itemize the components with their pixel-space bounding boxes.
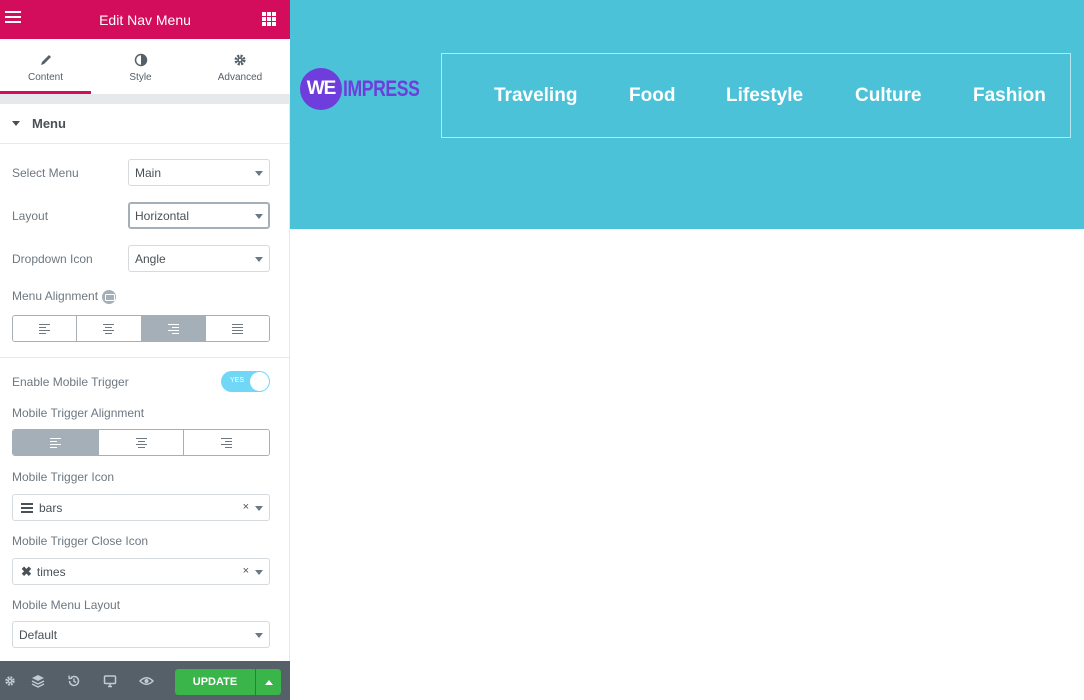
align-center-button[interactable] [77,316,142,341]
trigger-align-center-button[interactable] [98,430,185,455]
nav-item-culture[interactable]: Culture [855,85,922,107]
pencil-icon [39,51,53,69]
align-right-icon [167,323,179,334]
dropdown-icon-select[interactable]: Angle [128,245,270,272]
logo-word: IMPRESS [343,76,420,101]
nav-item-traveling[interactable]: Traveling [494,85,577,107]
trigger-align-left-button[interactable] [13,430,99,455]
layout-dropdown[interactable]: Horizontal [128,202,270,229]
nav-item-fashion[interactable]: Fashion [973,85,1046,107]
clear-icon[interactable]: × [243,565,249,577]
layout-value: Horizontal [135,208,190,223]
panel-header: Edit Nav Menu [0,0,290,39]
align-left-icon [49,437,61,448]
tab-advanced[interactable]: Advanced [190,39,290,94]
align-center-icon [135,437,147,448]
navigator-layers-icon[interactable] [20,661,56,700]
tab-advanced-label: Advanced [217,72,263,83]
hamburger-menu-icon[interactable] [5,11,21,25]
align-right-icon [221,437,233,448]
mobile-trigger-close-icon-value: times [36,564,66,579]
switch-state-label: YES [230,377,245,384]
widgets-grid-icon[interactable] [262,12,276,26]
align-left-button[interactable] [13,316,78,341]
align-left-icon [39,323,51,334]
tabs-separator [0,94,290,104]
bars-icon [21,502,33,513]
chevron-down-icon [255,506,263,511]
mobile-trigger-close-icon-select[interactable]: ✖ times × [12,558,270,585]
align-justify-icon [231,323,243,334]
nav-menu: Traveling Food Lifestyle Culture Fashion [441,53,1071,138]
preview-eye-icon[interactable] [128,661,164,700]
panel-tabs: Content Style Advanced [0,39,290,94]
times-icon: ✖ [21,563,32,579]
nav-item-lifestyle[interactable]: Lifestyle [726,85,803,107]
menu-alignment-group [12,315,270,342]
half-circle-icon [134,51,148,69]
header-section: WE IMPRESS Traveling Food Lifestyle Cult… [290,0,1084,229]
responsive-desktop-icon[interactable] [102,289,117,304]
panel-footer: UPDATE [0,661,290,700]
tab-style[interactable]: Style [91,39,190,94]
dropdown-icon-label: Dropdown Icon [12,252,93,266]
gear-icon [233,51,247,69]
chevron-down-icon [255,633,263,638]
chevron-down-icon [255,214,263,219]
switch-knob [250,372,269,391]
site-logo[interactable]: WE IMPRESS [300,68,439,110]
panel-title: Edit Nav Menu [99,11,191,28]
preview-canvas: WE IMPRESS Traveling Food Lifestyle Cult… [290,0,1084,700]
layout-label: Layout [12,209,49,223]
mobile-trigger-icon-label: Mobile Trigger Icon [12,470,115,484]
select-menu-label: Select Menu [12,166,79,180]
mobile-trigger-alignment-group [12,429,270,456]
mobile-trigger-close-icon-label: Mobile Trigger Close Icon [12,534,149,548]
mobile-menu-layout-value: Default [19,627,58,642]
mobile-trigger-alignment-label: Mobile Trigger Alignment [12,406,145,420]
enable-mobile-trigger-label: Enable Mobile Trigger [12,375,129,389]
section-menu-label: Menu [32,116,66,131]
align-justify-button[interactable] [205,316,269,341]
settings-icon[interactable] [0,661,20,700]
caret-down-icon [12,121,20,126]
section-menu-toggle[interactable]: Menu [0,104,290,144]
chevron-down-icon [255,257,263,262]
tab-content-label: Content [27,72,64,83]
tab-style-label: Style [129,72,152,83]
mobile-trigger-icon-value: bars [39,500,63,515]
dropdown-icon-value: Angle [135,251,166,266]
update-button[interactable]: UPDATE [175,669,255,695]
align-center-icon [103,323,115,334]
select-menu-dropdown[interactable]: Main [128,159,270,186]
menu-alignment-label: Menu Alignment [12,289,117,304]
align-right-button[interactable] [141,316,206,341]
mobile-menu-layout-label: Mobile Menu Layout [12,598,121,612]
clear-icon[interactable]: × [243,501,249,513]
tab-content[interactable]: Content [0,39,91,94]
mobile-menu-layout-dropdown[interactable]: Default [12,621,270,648]
select-menu-value: Main [135,165,162,180]
mobile-trigger-icon-select[interactable]: bars × [12,494,270,521]
caret-up-icon [264,679,273,685]
enable-mobile-trigger-switch[interactable]: YES [221,371,270,392]
menu-alignment-text: Menu Alignment [12,289,99,303]
section-divider [0,357,290,358]
trigger-align-right-button[interactable] [184,430,269,455]
nav-item-food[interactable]: Food [629,85,675,107]
chevron-down-icon [255,570,263,575]
update-options-button[interactable] [256,669,281,695]
chevron-down-icon [255,171,263,176]
editor-panel: Edit Nav Menu Content Style Advanced Men… [0,0,290,700]
history-icon[interactable] [56,661,92,700]
logo-mark: WE [300,68,342,110]
responsive-mode-icon[interactable] [92,661,128,700]
